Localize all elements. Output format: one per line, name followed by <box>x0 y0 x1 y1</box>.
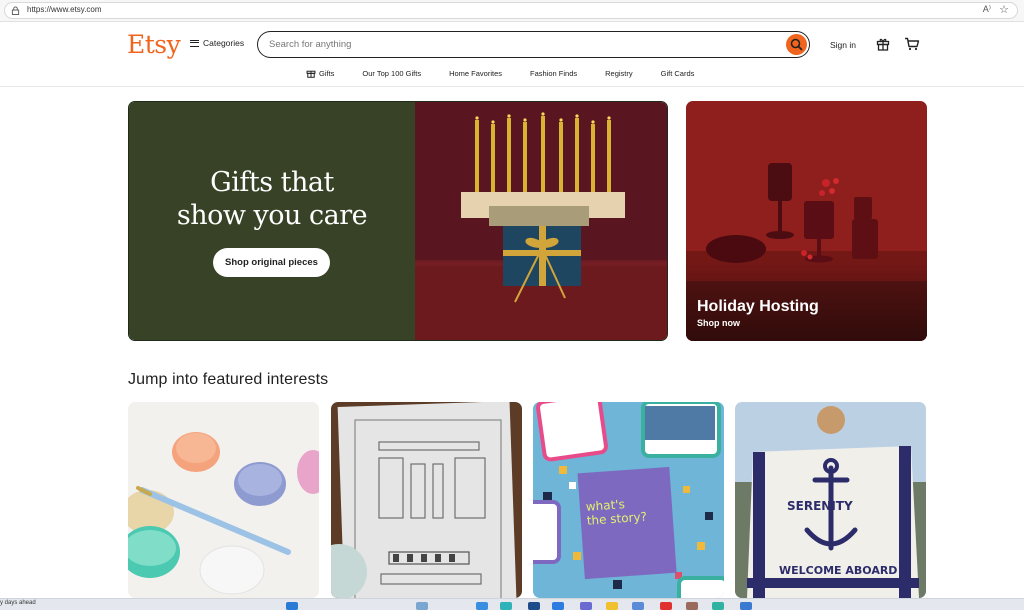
nav-label: Gift Cards <box>660 68 695 78</box>
interest-card-story-cards[interactable]: what's the story? <box>533 402 724 598</box>
search-button[interactable] <box>786 33 807 55</box>
menorah-image <box>415 102 667 340</box>
taskbar-app-icon[interactable] <box>552 602 564 610</box>
taskbar-app-icon[interactable] <box>712 602 724 610</box>
taskbar-app-icon[interactable] <box>476 602 488 610</box>
windows-taskbar <box>0 598 1024 610</box>
shop-original-pieces-button[interactable]: Shop original pieces <box>213 248 330 277</box>
hero-banner[interactable]: Gifts that show you care Shop original p… <box>128 101 668 341</box>
nav-label: Our Top 100 Gifts <box>362 68 422 78</box>
interest-card-tools-print[interactable] <box>331 402 522 598</box>
gift-icon[interactable] <box>876 37 890 51</box>
etsy-logo[interactable]: Etsy <box>127 30 181 59</box>
interest-card-blankets[interactable]: SERENITY WELCOME ABOARD <box>735 402 926 598</box>
status-text: y days ahead <box>0 600 36 606</box>
nav-label: Fashion Finds <box>530 68 578 78</box>
taskbar-app-icon[interactable] <box>580 602 592 610</box>
category-nav: Gifts Our Top 100 Gifts Home Favorites F… <box>306 66 694 80</box>
search-bar <box>257 31 810 58</box>
start-icon[interactable] <box>286 602 298 610</box>
featured-interests-heading: Jump into featured interests <box>128 371 329 388</box>
header-divider <box>0 86 1024 87</box>
search-input[interactable] <box>269 37 769 52</box>
nav-fashion-finds[interactable]: Fashion Finds <box>530 69 577 78</box>
serenity-blanket-image: SERENITY WELCOME ABOARD <box>735 402 926 598</box>
svg-text:WELCOME ABOARD: WELCOME ABOARD <box>779 564 897 577</box>
nav-registry[interactable]: Registry <box>605 69 633 78</box>
lock-icon <box>11 6 20 15</box>
browser-toolbar: https://www.etsy.com A⁾ ☆ <box>0 0 1024 22</box>
categories-label: Categories <box>203 38 245 48</box>
read-aloud-icon[interactable]: A⁾ <box>983 4 991 15</box>
nav-label: Registry <box>605 68 633 78</box>
taskbar-app-icon[interactable] <box>632 602 644 610</box>
star-icon[interactable]: ☆ <box>999 3 1009 16</box>
nav-home-favorites[interactable]: Home Favorites <box>449 69 502 78</box>
categories-button[interactable]: Categories <box>190 38 244 48</box>
hero-title: Gifts that show you care <box>176 167 368 231</box>
taskbar-app-icon[interactable] <box>686 602 698 610</box>
interest-card-paints[interactable] <box>128 402 319 598</box>
url-text[interactable]: https://www.etsy.com <box>27 5 102 14</box>
address-bar[interactable]: https://www.etsy.com A⁾ ☆ <box>4 2 1018 19</box>
holiday-hosting-banner[interactable]: Holiday Hosting Shop now <box>686 101 927 341</box>
story-cards-image: what's the story? <box>533 402 724 598</box>
search-icon <box>790 38 803 50</box>
gift-icon <box>306 70 316 78</box>
menu-icon <box>190 39 199 47</box>
nav-gift-cards[interactable]: Gift Cards <box>661 69 695 78</box>
nav-gifts[interactable]: Gifts <box>306 68 334 78</box>
svg-text:SERENITY: SERENITY <box>787 499 853 513</box>
taskbar-app-icon[interactable] <box>740 602 752 610</box>
taskbar-app-icon[interactable] <box>500 602 512 610</box>
nav-top-100-gifts[interactable]: Our Top 100 Gifts <box>362 69 421 78</box>
taskbar-app-icon[interactable] <box>660 602 672 610</box>
shop-now-link[interactable]: Shop now <box>697 318 740 328</box>
taskbar-app-icon[interactable] <box>606 602 618 610</box>
tools-illustration-image <box>331 402 522 598</box>
hero-text-panel: Gifts that show you care Shop original p… <box>129 102 415 340</box>
holiday-hosting-title: Holiday Hosting <box>697 298 819 315</box>
nav-label: Gifts <box>319 68 335 78</box>
paint-pots-image <box>128 402 319 598</box>
cart-icon[interactable] <box>904 37 920 51</box>
taskbar-app-icon[interactable] <box>528 602 540 610</box>
sign-in-link[interactable]: Sign in <box>830 40 856 50</box>
taskbar-app-icon[interactable] <box>416 602 428 610</box>
nav-label: Home Favorites <box>449 68 503 78</box>
